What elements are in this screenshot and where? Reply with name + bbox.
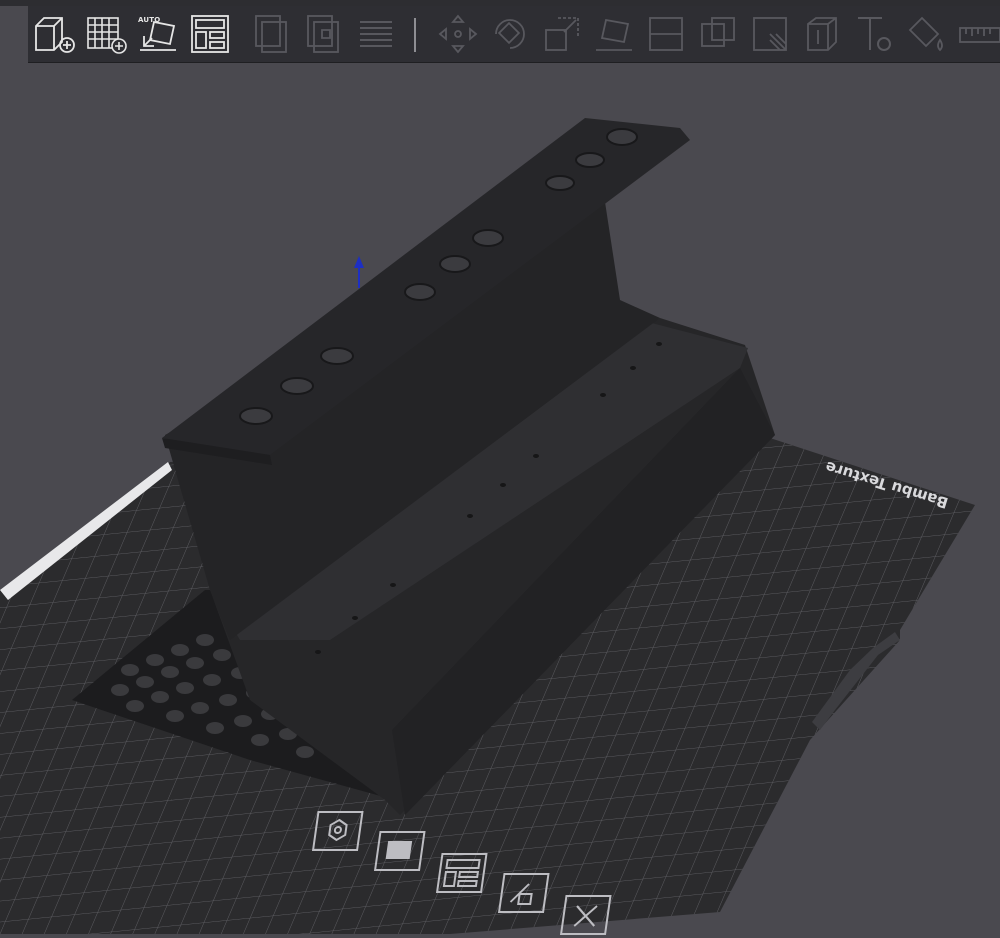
copy-icon[interactable]: [250, 12, 294, 56]
lay-on-face-icon[interactable]: [592, 12, 636, 56]
measure-icon[interactable]: [956, 12, 1000, 56]
cut-icon[interactable]: [644, 12, 688, 56]
add-plate-icon[interactable]: [84, 12, 128, 56]
plate-delete-icon[interactable]: [553, 892, 613, 938]
scale-icon[interactable]: [540, 12, 584, 56]
plate-slice-icon[interactable]: [305, 808, 365, 854]
auto-label: AUTO: [138, 16, 161, 24]
main-toolbar: AUTO: [28, 6, 1000, 63]
arrange-icon[interactable]: [188, 12, 232, 56]
move-icon[interactable]: [436, 12, 480, 56]
plate-lock-icon[interactable]: [367, 828, 427, 874]
layers-icon[interactable]: [354, 12, 398, 56]
add-object-icon[interactable]: [32, 12, 76, 56]
paste-icon[interactable]: [302, 12, 346, 56]
plate-arrange-icon[interactable]: [429, 850, 489, 896]
boolean-icon[interactable]: [696, 12, 740, 56]
z-axis-arrow: [354, 256, 364, 288]
plate-settings-icon[interactable]: [491, 870, 551, 916]
text-icon[interactable]: [852, 12, 896, 56]
support-paint-icon[interactable]: [748, 12, 792, 56]
3d-viewport[interactable]: AUTO Bambu Texture: [0, 0, 1000, 935]
toolbar-separator: [414, 18, 416, 52]
seam-paint-icon[interactable]: [800, 12, 844, 56]
color-paint-icon[interactable]: [904, 12, 948, 56]
rotate-icon[interactable]: [488, 12, 532, 56]
auto-orient-icon[interactable]: AUTO: [136, 12, 180, 56]
